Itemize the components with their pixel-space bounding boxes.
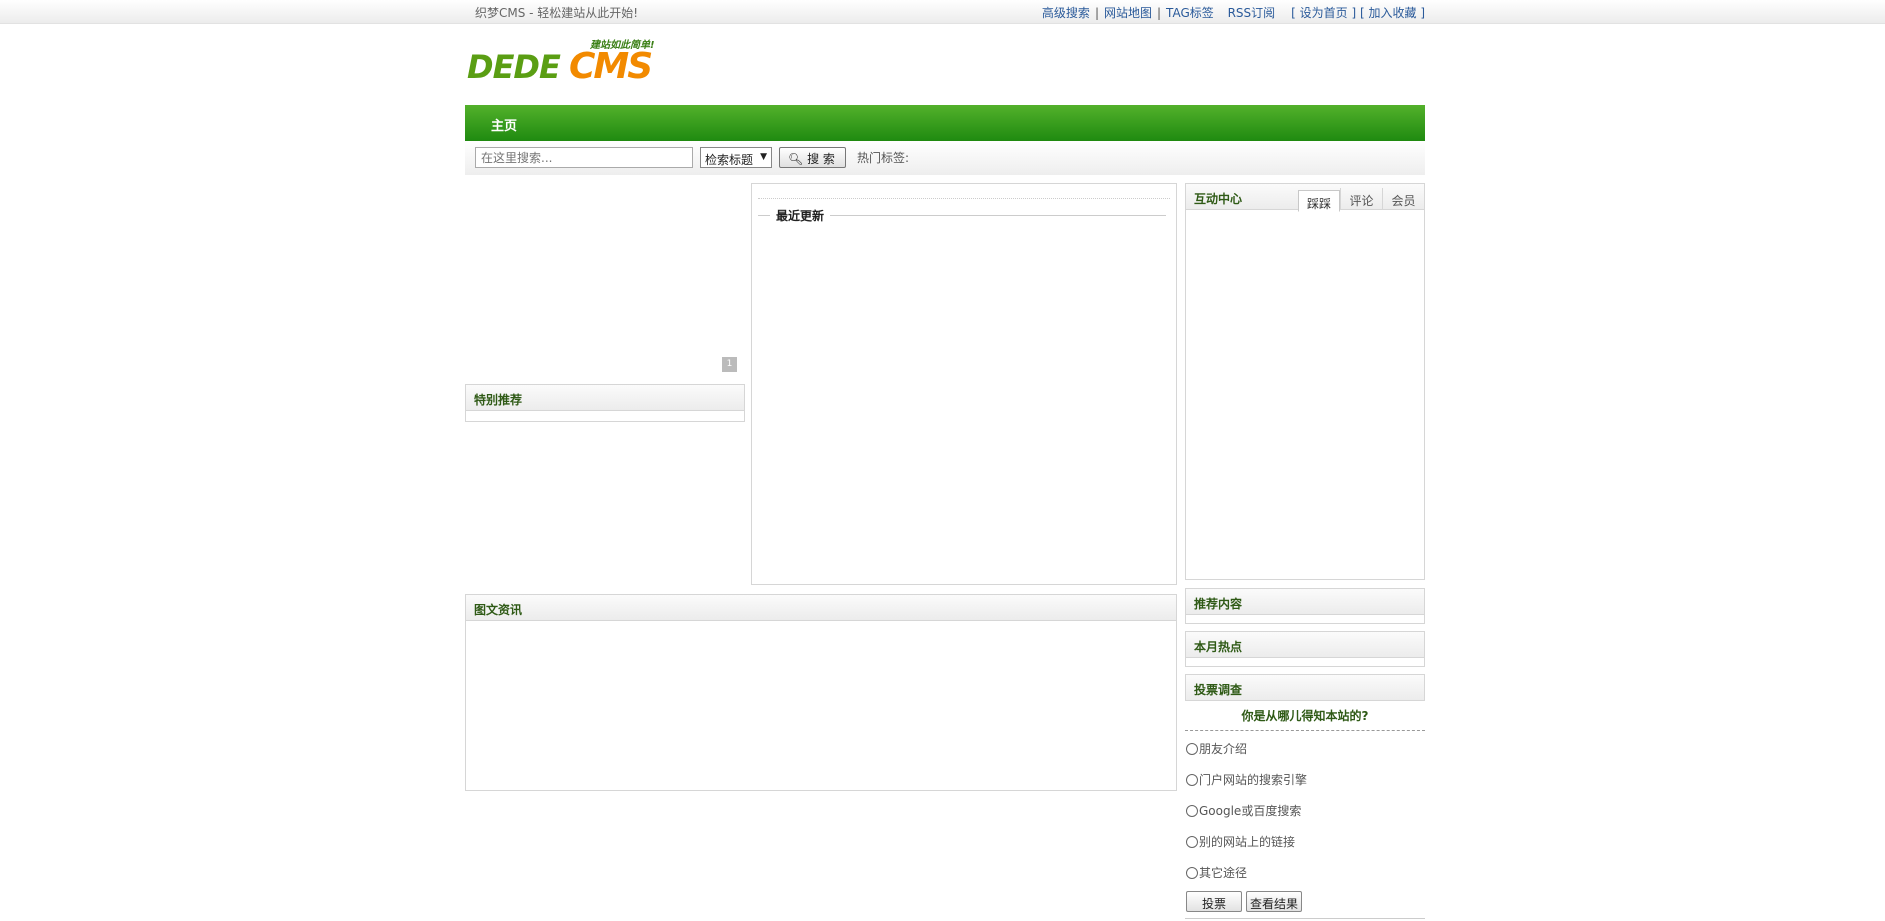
recommend-title: 推荐内容 <box>1186 589 1424 615</box>
search-input[interactable] <box>475 147 693 168</box>
divider <box>1185 918 1425 919</box>
vote-option[interactable]: 朋友介绍 <box>1186 740 1247 757</box>
tag-link[interactable]: TAG标签 <box>1166 6 1214 20</box>
vote-option[interactable]: Google或百度搜索 <box>1186 802 1301 819</box>
advanced-search-link[interactable]: 高级搜索 <box>1042 6 1090 20</box>
image-news-panel: 图文资讯 <box>465 594 1177 791</box>
slide-indicator[interactable]: 1 <box>722 357 737 372</box>
vote-submit-button[interactable]: 投票 <box>1186 891 1242 912</box>
interactive-center-panel: 互动中心 踩踩 评论 会员 <box>1185 183 1425 580</box>
search-bar: 检索标题 ▼ 🔍︎ 搜 索 热门标签: <box>465 141 1425 175</box>
link-separator: | <box>1157 6 1162 20</box>
chevron-down-icon: ▼ <box>760 152 767 162</box>
bracket-open: [ <box>1291 6 1300 20</box>
bracket-close: ] [ <box>1347 6 1369 20</box>
latest-updates-panel: 最近更新 <box>751 183 1177 585</box>
divider <box>1185 730 1425 731</box>
latest-updates-title: 最近更新 <box>770 207 831 224</box>
set-home-link[interactable]: 设为首页 <box>1300 6 1348 20</box>
vote-question: 你是从哪儿得知本站的? <box>1241 709 1369 723</box>
logo-text-dede: DEDE <box>467 48 561 86</box>
logo-text-cms: CMS <box>569 46 653 87</box>
divider <box>758 198 1170 199</box>
vote-option[interactable]: 其它途径 <box>1186 864 1247 881</box>
top-links: 高级搜索 | 网站地图 | TAG标签 RSS订阅 [ 设为首页 ] [ 加入收藏 ] <box>1042 4 1425 21</box>
latest-updates-legend: 最近更新 <box>758 207 1166 224</box>
top-bar: 织梦CMS - 轻松建站从此开始! 高级搜索 | 网站地图 | TAG标签 RSS订阅 [… <box>0 0 1885 24</box>
radio-icon[interactable] <box>1186 867 1198 879</box>
search-type-select[interactable]: 检索标题 ▼ <box>700 147 772 168</box>
radio-icon[interactable] <box>1186 743 1198 755</box>
link-separator: | <box>1094 6 1099 20</box>
search-button[interactable]: 🔍︎ 搜 索 <box>779 147 846 168</box>
special-recommend-panel: 特别推荐 <box>465 384 745 422</box>
link-spacer <box>1219 6 1223 20</box>
search-icon: 🔍︎ <box>788 152 804 166</box>
vote-option[interactable]: 门户网站的搜索引擎 <box>1186 771 1307 788</box>
recommend-panel: 推荐内容 <box>1185 588 1425 624</box>
site-logo[interactable]: 建站如此简单! DEDE CMS <box>465 34 685 94</box>
vote-option-label: 别的网站上的链接 <box>1199 835 1296 849</box>
image-news-title: 图文资讯 <box>466 595 1176 621</box>
radio-icon[interactable] <box>1186 805 1198 817</box>
search-button-label: 搜 索 <box>807 152 835 166</box>
vote-option[interactable]: 别的网站上的链接 <box>1186 833 1295 850</box>
vote-option-label: 其它途径 <box>1199 866 1248 880</box>
main-nav: 主页 <box>465 105 1425 141</box>
monthly-hot-title: 本月热点 <box>1186 632 1424 658</box>
interactive-tabs: 踩踩 评论 会员 <box>1298 188 1424 212</box>
vote-option-label: Google或百度搜索 <box>1199 804 1302 818</box>
vote-title: 投票调查 <box>1186 675 1424 701</box>
sitemap-link[interactable]: 网站地图 <box>1104 6 1152 20</box>
bracket-close: ] <box>1416 6 1425 20</box>
vote-option-label: 朋友介绍 <box>1199 742 1248 756</box>
tab-members[interactable]: 会员 <box>1382 188 1424 210</box>
special-recommend-title: 特别推荐 <box>466 385 744 411</box>
radio-icon[interactable] <box>1186 774 1198 786</box>
tab-comments[interactable]: 评论 <box>1340 188 1382 210</box>
hot-tags-label: 热门标签: <box>857 151 910 165</box>
search-type-value: 检索标题 <box>705 153 754 167</box>
radio-icon[interactable] <box>1186 836 1198 848</box>
vote-option-label: 门户网站的搜索引擎 <box>1199 773 1308 787</box>
vote-panel: 投票调查 <box>1185 674 1425 701</box>
top-bar-inner: 织梦CMS - 轻松建站从此开始! 高级搜索 | 网站地图 | TAG标签 RSS订阅 [… <box>465 0 1425 24</box>
view-results-button[interactable]: 查看结果 <box>1246 891 1302 912</box>
add-favorite-link[interactable]: 加入收藏 <box>1368 6 1416 20</box>
site-slogan: 织梦CMS - 轻松建站从此开始! <box>475 6 639 20</box>
tab-digg[interactable]: 踩踩 <box>1298 190 1340 212</box>
nav-item-home[interactable]: 主页 <box>491 115 517 134</box>
rss-link[interactable]: RSS订阅 <box>1228 6 1276 20</box>
monthly-hot-panel: 本月热点 <box>1185 631 1425 667</box>
